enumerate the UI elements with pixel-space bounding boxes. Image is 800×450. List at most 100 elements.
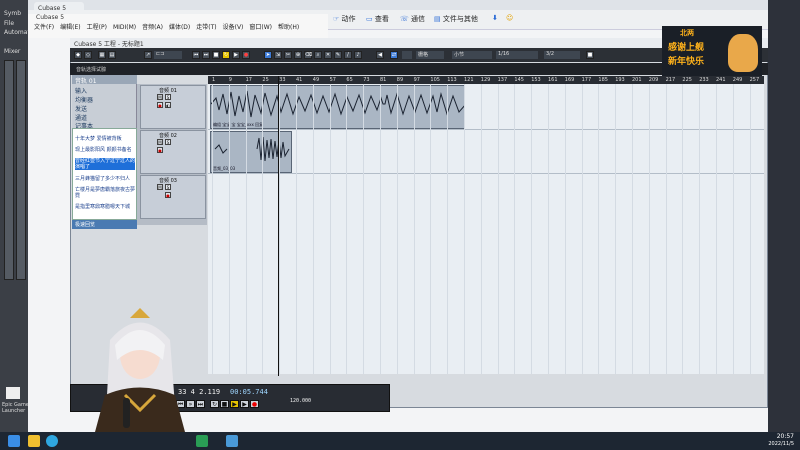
- menu-help[interactable]: 帮助(H): [278, 24, 299, 31]
- menu-project[interactable]: 工程(P): [87, 24, 107, 31]
- transport-end-icon[interactable]: ⏭: [196, 400, 205, 408]
- inspector-footer[interactable]: 极速回览: [72, 220, 137, 229]
- grid-type-select[interactable]: 小节: [452, 51, 492, 59]
- menu-media[interactable]: 媒体(D): [169, 24, 190, 31]
- transport-stop-icon[interactable]: ■: [220, 400, 229, 408]
- transport-time[interactable]: 00:05.744: [230, 388, 268, 396]
- download-icon[interactable]: ⬇: [492, 14, 498, 22]
- mute-button[interactable]: M: [157, 94, 163, 100]
- ruler-bar-number: 185: [598, 77, 608, 83]
- nudge-icon[interactable]: ◀: [376, 51, 384, 59]
- track-header-3[interactable]: 音频 03 M S ●: [140, 175, 206, 219]
- split-tool-icon[interactable]: ✂: [284, 51, 292, 59]
- edge-icon[interactable]: [46, 435, 58, 447]
- pointer-icon: ☞: [333, 15, 340, 23]
- ruler-bar-number: 25: [262, 77, 269, 83]
- play-icon[interactable]: ▶: [232, 51, 240, 59]
- ruler-bar-number: 169: [564, 77, 575, 83]
- ruler-bar-number: 153: [531, 77, 541, 83]
- draw-tool-icon[interactable]: ✎: [334, 51, 342, 59]
- mute-button[interactable]: M: [157, 184, 163, 190]
- automation-icon[interactable]: ↗: [144, 51, 152, 59]
- mixer-channel-strip[interactable]: [4, 60, 14, 280]
- app-icon[interactable]: [196, 435, 208, 447]
- ruler-bar-number: 249: [732, 77, 743, 83]
- transport-tempo[interactable]: 120.000: [290, 398, 311, 404]
- emoji-icon[interactable]: ☺: [506, 14, 513, 22]
- inspector-section[interactable]: 均衡器: [75, 95, 133, 104]
- mixer-channel-strip[interactable]: [16, 60, 26, 280]
- notepad-line: 亡楼月是夢唐霸落旅夜古夢霓: [75, 187, 136, 199]
- monitor-button[interactable]: ◐: [165, 102, 171, 108]
- stop-icon[interactable]: ■: [212, 51, 220, 59]
- glue-tool-icon[interactable]: ⊕: [294, 51, 302, 59]
- tool-button[interactable]: ◆: [74, 51, 82, 59]
- menu-audio[interactable]: 音频(A): [142, 24, 163, 31]
- solo-button[interactable]: S: [165, 139, 171, 145]
- mute-tool-icon[interactable]: ✕: [324, 51, 332, 59]
- inspector-section[interactable]: 发送: [75, 104, 133, 113]
- color-select[interactable]: 3/2: [544, 51, 580, 59]
- snap-type-select[interactable]: 栅格: [416, 51, 444, 59]
- audio-event-1[interactable]: 编组 宝宝 宝 宝宝_xxx 回复: [210, 85, 465, 129]
- track-header-2[interactable]: 音频 02 M S ●: [140, 130, 206, 174]
- ruler-bar-number: 33: [279, 77, 286, 83]
- ruler-bar-number: 161: [548, 77, 558, 83]
- record-arm-button[interactable]: ●: [157, 102, 163, 108]
- toolbar-view[interactable]: ▭ 查看: [366, 14, 389, 24]
- snap-toggle-icon[interactable]: ⇄: [390, 51, 398, 59]
- mascot-image: [728, 34, 758, 72]
- snap-mode-select[interactable]: [402, 51, 412, 59]
- menu-file[interactable]: 文件(F): [34, 24, 54, 31]
- play-tool-icon[interactable]: ♪: [354, 51, 362, 59]
- menu-edit[interactable]: 编辑(E): [60, 24, 80, 31]
- toolbar-files[interactable]: ▤ 文件与其他: [434, 14, 478, 24]
- record-arm-button[interactable]: ●: [165, 192, 171, 198]
- transport-record-icon[interactable]: ▶: [240, 400, 249, 408]
- app-icon[interactable]: [226, 435, 238, 447]
- line-tool-icon[interactable]: /: [344, 51, 352, 59]
- inspector-section[interactable]: 输入: [75, 86, 133, 95]
- grid-line: [228, 84, 230, 374]
- transport-play-icon[interactable]: ▶: [230, 400, 239, 408]
- tool-button[interactable]: ▦: [98, 51, 106, 59]
- cycle-icon[interactable]: ↻: [222, 51, 230, 59]
- ruler-bar-number: 1: [212, 77, 216, 83]
- epic-games-icon[interactable]: [6, 387, 20, 399]
- project-cursor[interactable]: [278, 76, 279, 376]
- menu-midi[interactable]: MIDI(M): [113, 24, 136, 31]
- file-explorer-icon[interactable]: [28, 435, 40, 447]
- rewind-icon[interactable]: ⏮: [192, 51, 200, 59]
- ruler-bar-number: 113: [447, 77, 457, 83]
- quantize-select[interactable]: 1/16: [496, 51, 538, 59]
- left-app-mixer[interactable]: Mixer: [4, 48, 20, 55]
- transport-rec-icon[interactable]: ●: [250, 400, 259, 408]
- color-icon[interactable]: ■: [586, 51, 594, 59]
- menu-window[interactable]: 窗口(W): [249, 24, 272, 31]
- range-tool-icon[interactable]: ⇲: [274, 51, 282, 59]
- record-arm-button[interactable]: ●: [157, 147, 163, 153]
- select-tool-icon[interactable]: ➤: [264, 51, 272, 59]
- menu-devices[interactable]: 设备(V): [223, 24, 244, 31]
- toolbar-comm[interactable]: ☏ 通信: [400, 14, 425, 24]
- record-icon[interactable]: ●: [242, 51, 250, 59]
- solo-button[interactable]: S: [165, 94, 171, 100]
- menu-transport[interactable]: 走带(T): [196, 24, 216, 31]
- solo-button[interactable]: S: [165, 184, 171, 190]
- inspector-track-name[interactable]: 音轨 01: [72, 75, 137, 85]
- track-header-1[interactable]: 音频 01 M S ● ◐: [140, 85, 206, 129]
- zoom-tool-icon[interactable]: ⌕: [314, 51, 322, 59]
- erase-tool-icon[interactable]: ⌫: [304, 51, 312, 59]
- toolbar-actions[interactable]: ☞ 动作: [333, 14, 356, 24]
- forward-icon[interactable]: ⏭: [202, 51, 210, 59]
- ruler-bar-number: 225: [682, 77, 692, 83]
- tool-button[interactable]: ◇: [84, 51, 92, 59]
- automation-mode-select[interactable]: ⊏⊐: [154, 51, 182, 59]
- banner-name: 北两: [680, 29, 694, 37]
- start-icon[interactable]: [8, 435, 20, 447]
- transport-cycle-icon[interactable]: ↻: [210, 400, 219, 408]
- left-app-file[interactable]: File: [4, 20, 14, 27]
- mute-button[interactable]: M: [157, 139, 163, 145]
- ruler-bar-number: 241: [716, 77, 726, 83]
- tool-button[interactable]: ▤: [108, 51, 116, 59]
